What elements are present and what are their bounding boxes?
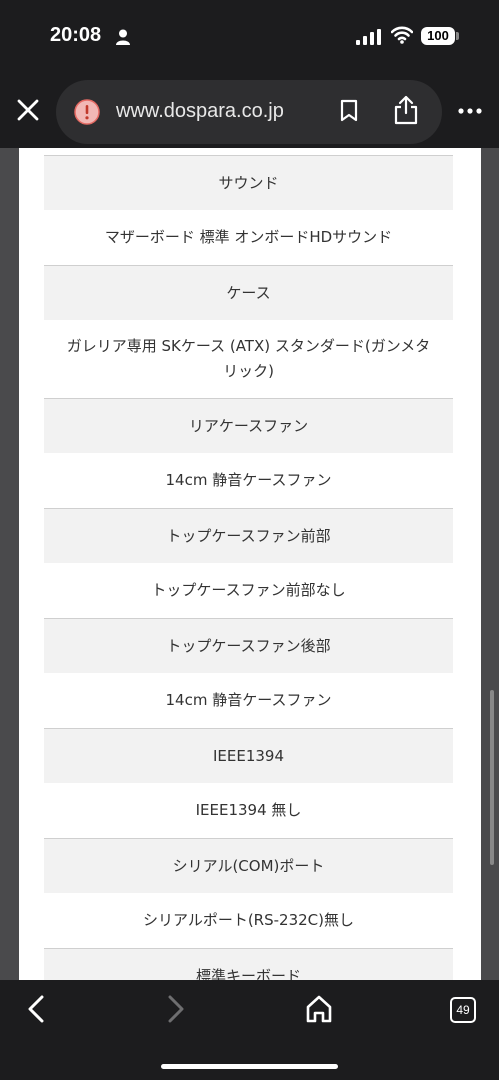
- spec-label: 標準キーボード: [44, 948, 453, 980]
- home-indicator: [161, 1064, 338, 1069]
- tab-switcher-button[interactable]: 49: [450, 997, 476, 1023]
- close-icon[interactable]: [14, 96, 42, 124]
- forward-arrow-icon[interactable]: [166, 994, 186, 1024]
- spec-label: トップケースファン前部: [44, 508, 453, 563]
- bottom-toolbar: 49: [0, 980, 499, 1080]
- spec-value: 14cm 静音ケースファン: [44, 673, 453, 728]
- spec-value: ガレリア専用 SKケース (ATX) スタンダード(ガンメタリック): [44, 320, 453, 398]
- battery-level: 100: [421, 27, 455, 45]
- spec-label: ケース: [44, 265, 453, 320]
- spec-label: リアケースファン: [44, 398, 453, 453]
- not-secure-warning-icon[interactable]: [74, 99, 100, 125]
- scroll-indicator[interactable]: [490, 690, 494, 865]
- more-options-icon[interactable]: [458, 108, 482, 114]
- status-bar: 20:08 100: [0, 0, 499, 72]
- url-text[interactable]: www.dospara.co.jp: [116, 100, 284, 123]
- spec-value: トップケースファン前部なし: [44, 563, 453, 618]
- spec-value: マザーボード 標準 オンボードHDサウンド: [44, 210, 453, 265]
- spec-label: トップケースファン後部: [44, 618, 453, 673]
- bookmark-icon[interactable]: [339, 99, 359, 123]
- address-bar[interactable]: www.dospara.co.jp: [56, 80, 442, 144]
- person-icon: [116, 29, 130, 45]
- spec-label: サウンド: [44, 155, 453, 210]
- page-content: サウンド マザーボード 標準 オンボードHDサウンド ケース ガレリア専用 SK…: [19, 148, 481, 980]
- spec-label: IEEE1394: [44, 728, 453, 783]
- status-time: 20:08: [50, 24, 102, 46]
- back-arrow-icon[interactable]: [26, 994, 46, 1024]
- spec-value: シリアルポート(RS-232C)無し: [44, 893, 453, 948]
- spec-label: シリアル(COM)ポート: [44, 838, 453, 893]
- share-icon[interactable]: [393, 94, 419, 126]
- browser-toolbar: www.dospara.co.jp: [0, 72, 499, 148]
- wifi-icon: [391, 26, 413, 44]
- spec-value: 14cm 静音ケースファン: [44, 453, 453, 508]
- battery-tip: [456, 32, 459, 40]
- home-icon[interactable]: [305, 994, 333, 1024]
- spec-value: IEEE1394 無し: [44, 783, 453, 838]
- cellular-signal-icon: [356, 29, 381, 45]
- web-page: サウンド マザーボード 標準 オンボードHDサウンド ケース ガレリア専用 SK…: [0, 148, 499, 980]
